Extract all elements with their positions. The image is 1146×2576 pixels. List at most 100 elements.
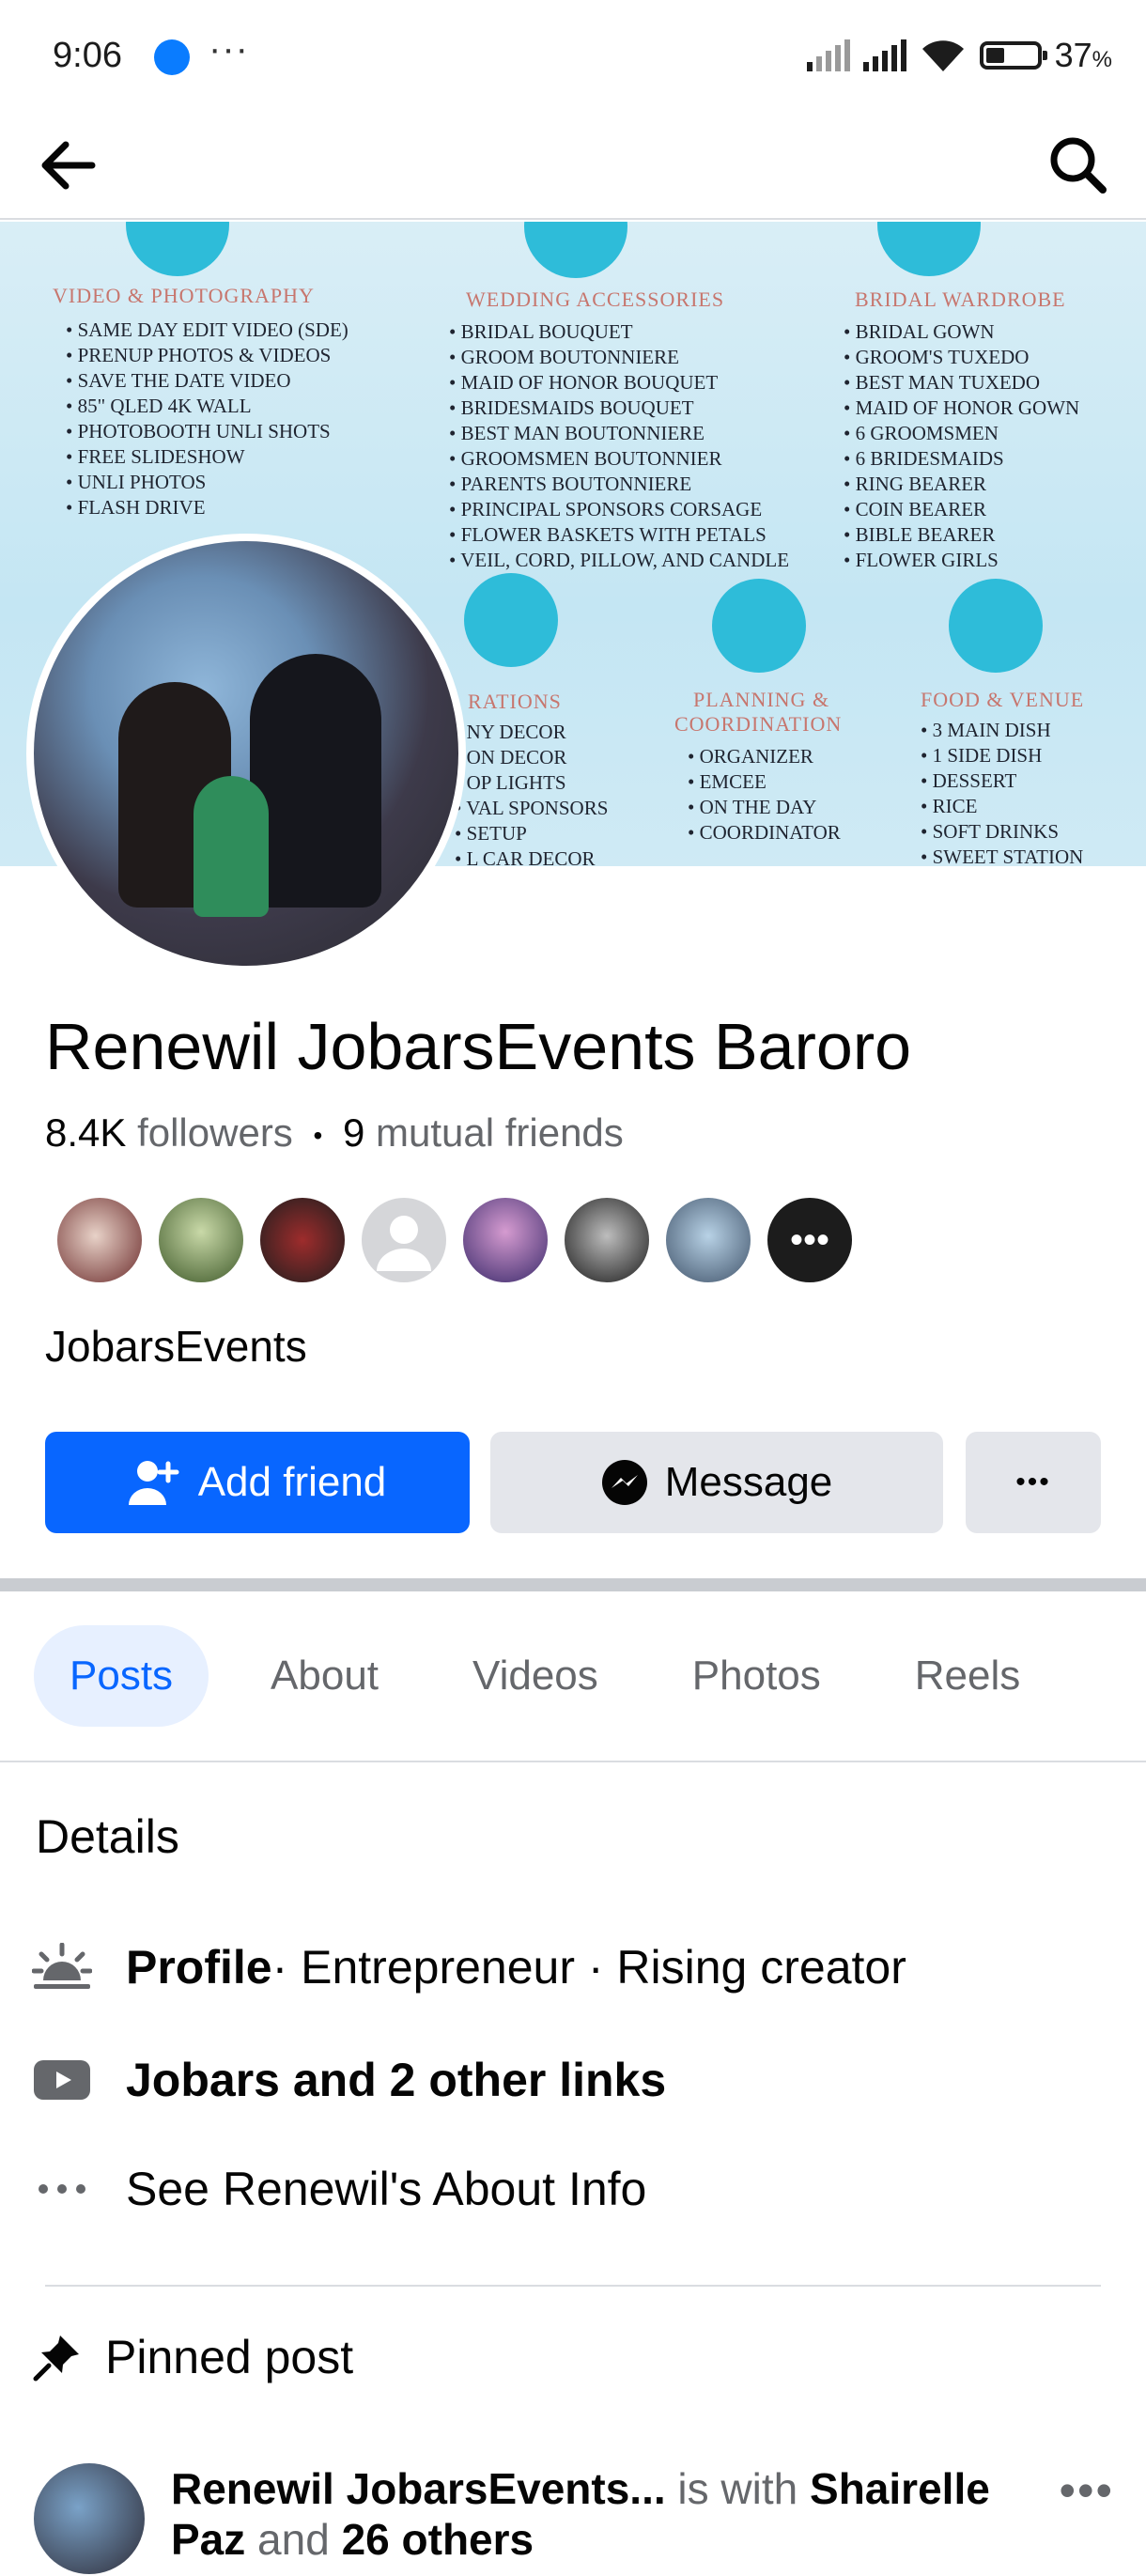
cover-column-heading: BRIDAL WARDROBE: [855, 287, 1066, 311]
profile-photo: [34, 541, 458, 966]
cover-item: 3 MAIN DISH: [921, 718, 1083, 743]
cover-item: BRIDESMAIDS BOUQUET: [449, 396, 789, 421]
cover-item: RING BEARER: [844, 472, 1079, 497]
status-bar: 9:06 ··· 37%: [0, 0, 1146, 113]
detail-about-row[interactable]: See Renewil's About Info: [32, 2159, 646, 2219]
more-horizontal-icon: [32, 2159, 92, 2219]
mutual-friends-label[interactable]: mutual friends: [376, 1110, 624, 1155]
cover-item: 85" QLED 4K WALL: [66, 394, 348, 419]
pin-icon: [33, 2335, 79, 2382]
sunrise-icon: [32, 1937, 92, 1997]
cover-item: 6 GROOMSMEN: [844, 421, 1079, 446]
status-time: 9:06: [53, 36, 122, 75]
message-label: Message: [664, 1459, 833, 1505]
mutual-friends-count[interactable]: 9: [343, 1110, 364, 1155]
cover-item: UNLI PHOTOS: [66, 470, 348, 495]
messenger-notification-icon: [154, 39, 190, 75]
cover-item: SETUP: [455, 821, 608, 846]
cover-item: 1 SIDE DISH: [921, 743, 1083, 768]
mutual-friends-avatars[interactable]: •••: [54, 1195, 866, 1285]
cover-item: FLASH DRIVE: [66, 495, 348, 520]
cover-item: ORGANIZER: [688, 744, 841, 769]
add-person-icon: [128, 1458, 181, 1507]
more-notifications-icon: ···: [209, 28, 249, 70]
profile-tabs: Posts About Videos Photos Reels: [34, 1625, 1082, 1727]
pinned-post[interactable]: Renewil JobarsEvents... is with Shairell…: [34, 2463, 1114, 2576]
cover-item: SAVE THE DATE VIDEO: [66, 368, 348, 394]
pinned-post-heading: Pinned post: [105, 2331, 354, 2383]
profile-picture[interactable]: [26, 534, 466, 973]
more-actions-button[interactable]: •••: [966, 1432, 1101, 1533]
cover-item: BEST MAN TUXEDO: [844, 370, 1079, 396]
post-is-with: is with: [665, 2464, 811, 2513]
add-friend-label: Add friend: [197, 1459, 387, 1505]
cover-column-heading: VIDEO & PHOTOGRAPHY: [53, 284, 315, 307]
friend-avatar[interactable]: [54, 1195, 145, 1285]
cover-item: ON THE DAY: [688, 795, 841, 820]
cover-column-heading-2: COORDINATION: [674, 712, 843, 736]
more-dots-icon: •••: [1015, 1466, 1051, 1497]
cover-item: 6 BRIDESMAIDS: [844, 446, 1079, 472]
details-heading: Details: [36, 1810, 179, 1863]
post-tagged-person[interactable]: Shairelle: [810, 2464, 990, 2513]
friend-avatar[interactable]: [257, 1195, 348, 1285]
followers-label[interactable]: followers: [137, 1110, 293, 1155]
cover-item: FREE SLIDESHOW: [66, 444, 348, 470]
tab-videos[interactable]: Videos: [441, 1625, 630, 1727]
cover-column-heading: RATIONS: [468, 690, 562, 713]
signal-sim2-icon: [862, 39, 906, 71]
stats-separator: •: [313, 1120, 323, 1150]
youtube-icon: [32, 2050, 92, 2110]
cover-item: L CAR DECOR: [455, 846, 608, 866]
cover-item: GROOM'S TUXEDO: [844, 345, 1079, 370]
friend-avatar[interactable]: [156, 1195, 246, 1285]
cover-item: RICE: [921, 794, 1083, 819]
profile-stats: 8.4K followers • 9 mutual friends: [45, 1110, 624, 1156]
tab-reels[interactable]: Reels: [883, 1625, 1053, 1727]
cover-item: BRIDAL BOUQUET: [449, 319, 789, 345]
detail-profile-label: Profile: [126, 1941, 272, 1994]
cover-item: NY DECOR: [455, 720, 608, 745]
post-author-avatar[interactable]: [34, 2463, 145, 2574]
post-tagged-person-2[interactable]: Paz: [171, 2515, 245, 2564]
more-friends-button[interactable]: •••: [765, 1195, 855, 1285]
cover-item: MAID OF HONOR BOUQUET: [449, 370, 789, 396]
camera-icon: [126, 222, 229, 276]
message-button[interactable]: Message: [490, 1432, 943, 1533]
battery-icon: [979, 41, 1047, 70]
tab-photos[interactable]: Photos: [660, 1625, 853, 1727]
profile-name: Renewil JobarsEvents Baroro: [45, 1010, 912, 1083]
friend-avatar[interactable]: [460, 1195, 550, 1285]
friend-avatar[interactable]: [663, 1195, 753, 1285]
bouquet-icon: [524, 222, 627, 278]
wifi-icon: [921, 40, 964, 71]
cover-item: VAL SPONSORS: [455, 796, 608, 821]
arrow-left-icon[interactable]: [34, 132, 101, 199]
friend-avatar-placeholder[interactable]: [359, 1195, 449, 1285]
followers-count[interactable]: 8.4K: [45, 1110, 126, 1155]
tabs-divider: [0, 1761, 1146, 1762]
cover-item: GROOM BOUTONNIERE: [449, 345, 789, 370]
friend-avatar[interactable]: [562, 1195, 652, 1285]
add-friend-button[interactable]: Add friend: [45, 1432, 470, 1533]
tab-about[interactable]: About: [239, 1625, 410, 1727]
signal-sim1-icon: [806, 39, 850, 71]
tab-posts[interactable]: Posts: [34, 1625, 209, 1727]
post-author-name[interactable]: Renewil JobarsEvents...: [171, 2464, 666, 2513]
search-icon[interactable]: [1045, 132, 1112, 199]
messenger-icon: [601, 1459, 648, 1506]
cover-column-heading: FOOD & VENUE: [921, 688, 1085, 711]
cover-item: PRINCIPAL SPONSORS CORSAGE: [449, 497, 789, 522]
post-options-icon[interactable]: •••: [1059, 2463, 1114, 2518]
cover-item: ON DECOR: [455, 745, 608, 770]
bunting-icon: [464, 573, 558, 667]
post-others[interactable]: 26 others: [342, 2515, 534, 2564]
detail-links-label: Jobars and 2 other links: [126, 2054, 667, 2106]
cover-item: SWEET STATION: [921, 845, 1084, 866]
cover-item: PRENUP PHOTOS & VIDEOS: [66, 343, 348, 368]
detail-links-row[interactable]: Jobars and 2 other links: [32, 2050, 666, 2110]
cover-column-heading: WEDDING ACCESSORIES: [466, 287, 725, 311]
section-separator: [0, 1578, 1146, 1591]
plate-icon: [949, 579, 1043, 673]
details-divider: [45, 2285, 1101, 2287]
